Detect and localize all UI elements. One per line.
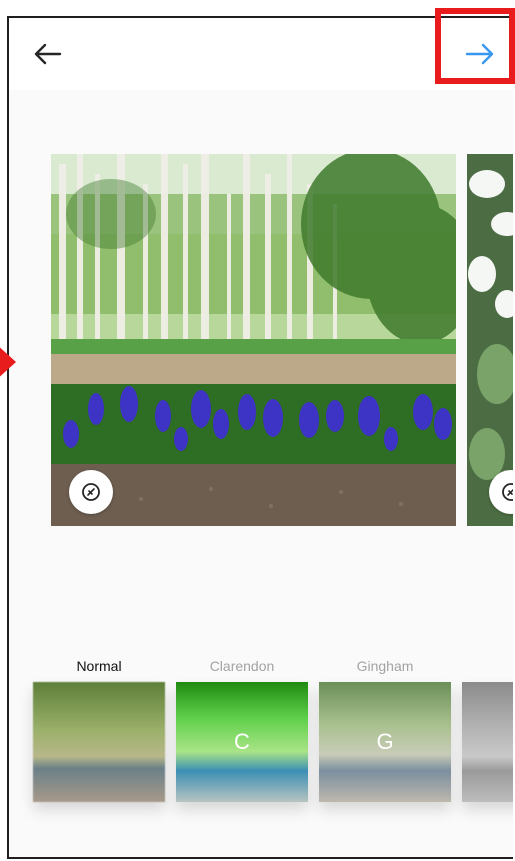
filter-letter: C: [234, 729, 250, 754]
app-screen: Normal Clarendon C Gingham G M: [7, 16, 513, 859]
back-button[interactable]: [27, 34, 67, 74]
adjust-button[interactable]: [69, 470, 113, 514]
photo-image: [51, 154, 456, 526]
filter-label: Normal: [76, 658, 122, 674]
arrow-right-icon: [465, 43, 494, 65]
filter-normal[interactable]: Normal: [33, 658, 165, 802]
filter-thumbnail: G: [319, 682, 451, 802]
filter-letter: G: [376, 729, 394, 754]
filter-label: Gingham: [356, 658, 414, 674]
filter-gingham[interactable]: Gingham G: [319, 658, 451, 802]
top-bar: [9, 18, 513, 90]
filter-label: Clarendon: [209, 658, 275, 674]
filter-thumbnail: C: [176, 682, 308, 802]
next-button[interactable]: [458, 34, 502, 74]
arrow-left-icon: [34, 43, 62, 65]
filter-thumbnail: [33, 682, 165, 802]
filter-thumbnail: [462, 682, 513, 802]
adjust-icon: [502, 483, 513, 501]
filter-label: M: [462, 658, 513, 674]
filter-clarendon[interactable]: Clarendon C: [176, 658, 308, 802]
adjust-icon: [82, 483, 100, 501]
next-photo-preview[interactable]: [467, 154, 513, 526]
pointer-arrow: [0, 342, 16, 382]
filter-next[interactable]: M: [462, 658, 513, 802]
photo-preview[interactable]: [51, 154, 456, 526]
